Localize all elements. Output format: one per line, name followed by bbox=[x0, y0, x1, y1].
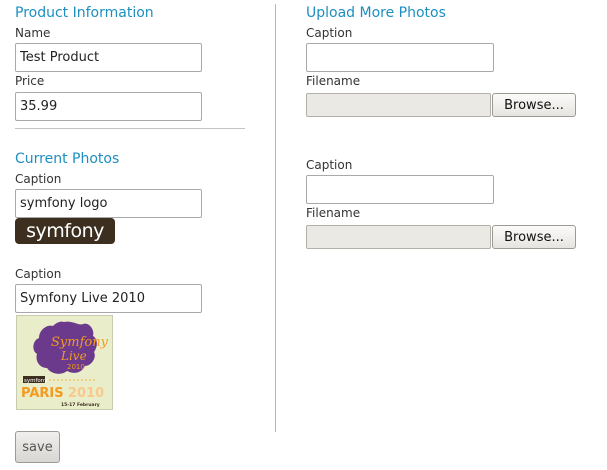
symfony-live-art: Symfony Live 2010 symfony PARIS 2010 15-… bbox=[21, 321, 109, 408]
live-image-dates: 15-17 February bbox=[61, 402, 100, 408]
photo-caption-input[interactable] bbox=[15, 284, 202, 313]
symfony-logo-text: symfony bbox=[26, 220, 104, 242]
file-path-field[interactable] bbox=[306, 93, 491, 117]
upload-filename-label: Filename bbox=[306, 74, 361, 88]
file-input[interactable]: Browse... bbox=[306, 93, 576, 117]
name-label: Name bbox=[15, 26, 51, 40]
live-image-year: 2010 bbox=[68, 386, 104, 401]
live-image-city: PARIS bbox=[21, 386, 64, 401]
product-info-heading: Product Information bbox=[15, 5, 154, 21]
section-divider bbox=[15, 128, 245, 129]
upload-caption-input[interactable] bbox=[306, 43, 494, 72]
photo-caption-label: Caption bbox=[15, 267, 62, 281]
upload-caption-input[interactable] bbox=[306, 175, 494, 204]
svg-text:Live: Live bbox=[60, 349, 87, 363]
column-divider bbox=[275, 4, 276, 432]
name-input[interactable] bbox=[15, 43, 202, 72]
browse-button[interactable]: Browse... bbox=[492, 93, 576, 117]
file-path-field[interactable] bbox=[306, 225, 491, 249]
upload-filename-label: Filename bbox=[306, 206, 361, 220]
save-button[interactable]: save bbox=[15, 431, 60, 463]
browse-button[interactable]: Browse... bbox=[492, 225, 576, 249]
photo-caption-input[interactable] bbox=[15, 189, 202, 218]
svg-text:Symfony: Symfony bbox=[51, 335, 109, 350]
upload-heading: Upload More Photos bbox=[306, 5, 446, 21]
price-input[interactable] bbox=[15, 92, 202, 121]
symfony-live-2010-image: Symfony Live 2010 symfony PARIS 2010 15-… bbox=[16, 315, 113, 410]
file-input[interactable]: Browse... bbox=[306, 225, 576, 249]
current-photos-heading: Current Photos bbox=[15, 151, 120, 167]
live-image-brand: symfony bbox=[24, 378, 48, 384]
svg-text:2010: 2010 bbox=[67, 363, 85, 371]
symfony-logo-image: symfony bbox=[15, 218, 115, 244]
price-label: Price bbox=[15, 74, 45, 88]
upload-caption-label: Caption bbox=[306, 26, 353, 40]
photo-caption-label: Caption bbox=[15, 172, 62, 186]
upload-caption-label: Caption bbox=[306, 158, 353, 172]
